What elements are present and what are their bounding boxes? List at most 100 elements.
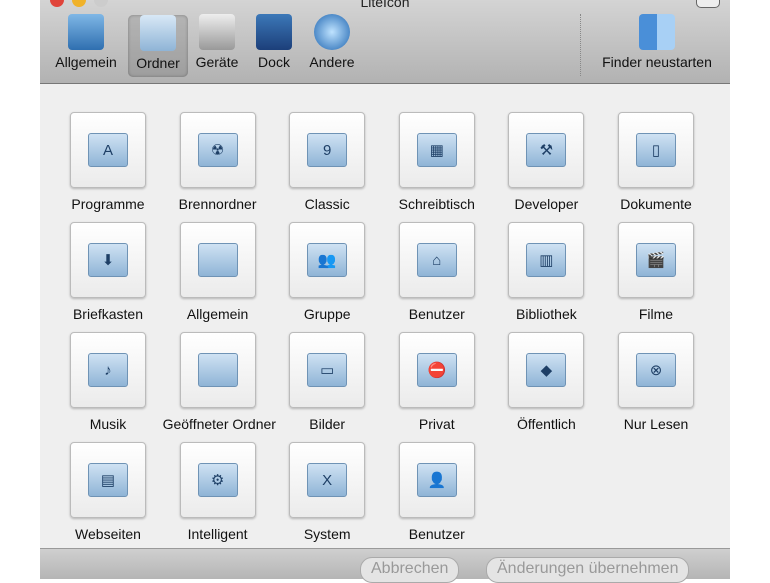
folder-icon: ⚙ <box>197 463 238 497</box>
folder-tile[interactable]: 🎬 <box>618 222 694 298</box>
folder-item[interactable]: 👥 Gruppe <box>272 222 382 322</box>
toolbar-geraete[interactable]: Geräte <box>192 14 242 70</box>
cancel-button[interactable]: Abbrechen <box>360 557 460 583</box>
folder-badge-icon: ⛔ <box>427 362 447 379</box>
folder-tile[interactable]: ▥ <box>508 222 585 298</box>
folder-item[interactable]: ⌂ Benutzer <box>382 222 492 322</box>
toolbar-label: Allgemein <box>55 54 117 70</box>
folder-item[interactable]: Allgemein <box>163 222 273 322</box>
folder-item[interactable]: 👤 Benutzer <box>382 442 492 542</box>
folder-tile[interactable] <box>179 332 256 408</box>
folder-icon: ⬇ <box>88 243 128 277</box>
folder-tile[interactable]: ▯ <box>618 112 694 188</box>
folder-tile[interactable]: 9 <box>289 112 366 188</box>
folder-tile[interactable]: ⛔ <box>398 332 475 408</box>
folder-badge-icon: ⊗ <box>649 362 663 379</box>
folder-label: Filme <box>638 306 674 322</box>
toolbar-label: Dock <box>258 54 290 70</box>
folder-badge-icon: 🎬 <box>646 252 666 269</box>
toolbar-allgemein[interactable]: Allgemein <box>50 14 122 70</box>
folder-badge-icon: ⚙ <box>210 472 225 489</box>
toolbar-ordner[interactable]: Ordner <box>128 15 188 77</box>
folder-tile[interactable]: A <box>70 112 146 188</box>
folder-tile[interactable] <box>179 222 256 298</box>
folder-label: Intelligent <box>187 526 248 542</box>
folder-icon: ▭ <box>307 353 348 387</box>
folder-badge-icon: ▥ <box>539 252 554 269</box>
folder-label: Classic <box>304 196 350 212</box>
folder-badge-icon: ▭ <box>320 362 335 379</box>
folder-tile[interactable]: ☢ <box>179 112 256 188</box>
folder-item[interactable]: 🎬 Filme <box>601 222 711 322</box>
folder-tile[interactable]: ▦ <box>398 112 475 188</box>
folder-item[interactable]: A Programme <box>53 112 163 212</box>
folder-icon: X <box>307 463 348 497</box>
folder-item[interactable]: ▭ Bilder <box>272 332 382 432</box>
folder-tile[interactable]: 👥 <box>289 222 366 298</box>
folder-item[interactable]: ▥ Bibliothek <box>491 222 601 322</box>
folder-badge-icon: 👥 <box>317 252 337 269</box>
finder-restart-button[interactable]: Finder neustarten <box>592 14 722 70</box>
folder-badge-icon: ◆ <box>540 362 553 379</box>
folder-tile[interactable]: ⌂ <box>398 222 475 298</box>
folder-icon: ▯ <box>636 133 676 167</box>
toolbar-dock[interactable]: Dock <box>250 14 298 70</box>
folder-item[interactable]: ◆ Öffentlich <box>491 332 601 432</box>
folder-tile[interactable]: 👤 <box>398 442 475 518</box>
folder-item[interactable]: ▦ Schreibtisch <box>382 112 492 212</box>
folder-badge-icon: ☢ <box>210 142 225 159</box>
folder-icon: 🎬 <box>636 243 676 277</box>
folder-item[interactable]: Geöffneter Ordner <box>162 332 276 432</box>
folder-badge-icon: A <box>102 141 113 159</box>
folder-label: System <box>303 526 351 542</box>
toolbar-label: Finder neustarten <box>602 54 712 70</box>
apply-changes-button[interactable]: Änderungen übernehmen <box>486 557 690 583</box>
folder-icon <box>140 15 176 51</box>
folder-item[interactable]: ☢ Brennordner <box>163 112 273 212</box>
folder-label: Gruppe <box>303 306 351 322</box>
folder-item[interactable]: X System <box>272 442 382 542</box>
folder-item[interactable]: ▯ Dokumente <box>601 112 711 212</box>
folder-tile[interactable]: ⊗ <box>618 332 694 408</box>
folder-item[interactable]: ⊗ Nur Lesen <box>601 332 711 432</box>
folder-icon: 9 <box>307 133 348 167</box>
folder-icon-grid: A Programme ☢ Brennordner 9 Classic ▦ Schreibti… <box>40 84 730 548</box>
folder-tile[interactable]: X <box>289 442 366 518</box>
folder-badge-icon: ▯ <box>651 142 661 159</box>
folder-item[interactable]: ⛔ Privat <box>382 332 492 432</box>
folder-tile[interactable]: ◆ <box>508 332 585 408</box>
folder-label: Öffentlich <box>516 416 576 432</box>
folder-icon: A <box>88 133 128 167</box>
folder-icon: ▥ <box>526 243 567 277</box>
folder-item[interactable]: 9 Classic <box>272 112 382 212</box>
folder-tile[interactable]: ⚒ <box>508 112 585 188</box>
folder-icon: 👤 <box>416 463 457 497</box>
toolbar-toggle-button[interactable] <box>696 0 720 8</box>
folder-item[interactable]: ▤ Webseiten <box>53 442 163 542</box>
folder-icon: ▦ <box>416 133 457 167</box>
folder-label: Webseiten <box>75 526 141 542</box>
folder-tile[interactable]: ♪ <box>70 332 146 408</box>
toolbar-label: Geräte <box>195 54 239 70</box>
globe-icon <box>314 14 350 50</box>
folder-icon: ♪ <box>88 353 128 387</box>
folder-label: Brennordner <box>178 196 257 212</box>
folder-tile[interactable]: ▭ <box>289 332 366 408</box>
folder-label: Nur Lesen <box>623 416 689 432</box>
folder-item[interactable]: ⚒ Developer <box>491 112 601 212</box>
folder-label: Benutzer <box>408 526 465 542</box>
folder-label: Benutzer <box>408 306 465 322</box>
folder-tile[interactable]: ⬇ <box>70 222 146 298</box>
folder-item[interactable]: ♪ Musik <box>53 332 163 432</box>
folder-tile[interactable]: ▤ <box>70 442 146 518</box>
folder-item[interactable]: ⚙ Intelligent <box>163 442 273 542</box>
toolbar-andere[interactable]: Andere <box>304 14 360 70</box>
folder-badge-icon: ⚒ <box>539 142 554 159</box>
folder-label: Allgemein <box>186 306 249 322</box>
folder-label: Geöffneter Ordner <box>162 416 276 432</box>
folder-item[interactable]: ⬇ Briefkasten <box>53 222 163 322</box>
folder-tile[interactable]: ⚙ <box>179 442 256 518</box>
dock-icon <box>256 14 292 50</box>
folder-badge-icon: 9 <box>323 141 332 159</box>
toolbar-label: Ordner <box>136 55 180 71</box>
